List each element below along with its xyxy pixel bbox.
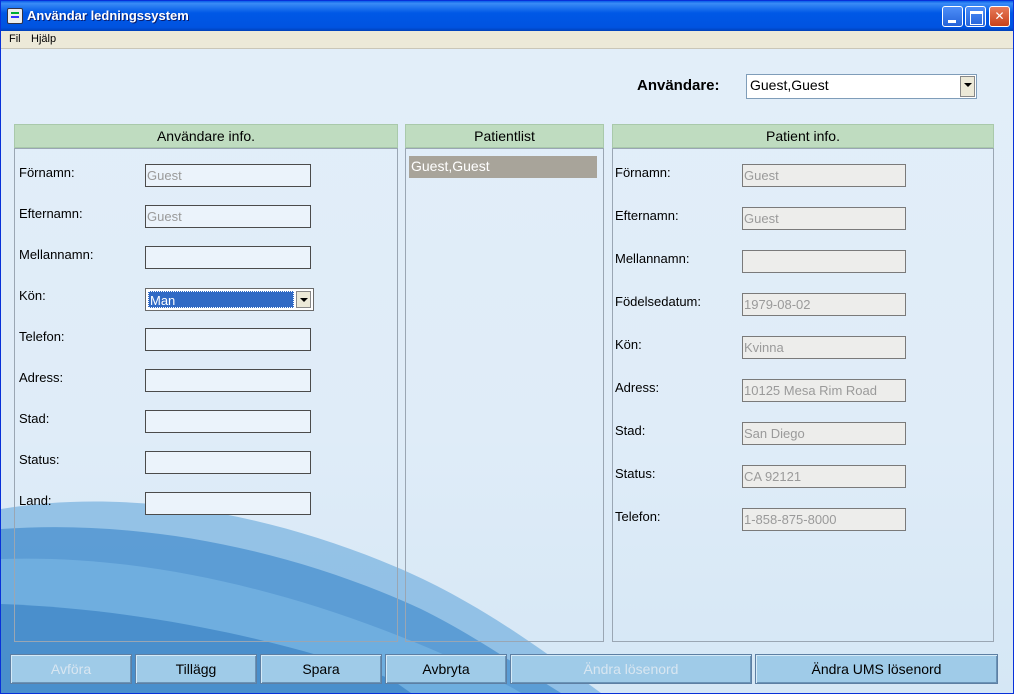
chevron-down-icon[interactable]	[960, 76, 975, 97]
app-icon	[7, 8, 23, 24]
patient-telefon-field[interactable]: 1-858-875-8000	[742, 508, 906, 531]
user-fornamn-label: Förnamn:	[19, 165, 75, 180]
patient-mellannamn-field[interactable]	[742, 250, 906, 273]
add-button[interactable]: Tillägg	[135, 654, 257, 684]
patient-list-panel[interactable]	[405, 148, 604, 642]
patient-telefon-label: Telefon:	[615, 509, 661, 524]
user-stad-label: Stad:	[19, 411, 50, 426]
user-status-field[interactable]	[145, 451, 311, 474]
user-status-label: Status:	[19, 452, 60, 467]
patient-efternamn-label: Efternamn:	[615, 208, 679, 223]
user-efternamn-label: Efternamn:	[19, 206, 83, 221]
user-land-label: Land:	[19, 493, 52, 508]
patient-fornamn-label: Förnamn:	[615, 165, 671, 180]
menu-fil[interactable]: Fil	[9, 33, 21, 45]
patient-fodelsedatum-field[interactable]: 1979-08-02	[742, 293, 906, 316]
patient-stad-field[interactable]: San Diego	[742, 422, 906, 445]
maximize-button[interactable]	[965, 6, 986, 27]
patient-mellannamn-label: Mellannamn:	[615, 251, 690, 266]
save-button[interactable]: Spara	[260, 654, 382, 684]
patient-fornamn-field[interactable]: Guest	[742, 164, 906, 187]
user-telefon-label: Telefon:	[19, 329, 65, 344]
user-select[interactable]: Guest,Guest	[746, 74, 977, 99]
app-window: Användar ledningssystem ✕ Fil Hjälp Anvä…	[0, 0, 1014, 694]
patient-stad-label: Stad:	[615, 423, 646, 438]
user-info-header: Användare info.	[14, 124, 398, 148]
patient-status-field[interactable]: CA 92121	[742, 465, 906, 488]
patient-adress-label: Adress:	[615, 380, 660, 395]
patient-kon-label: Kön:	[615, 337, 642, 352]
user-efternamn-field[interactable]: Guest	[145, 205, 311, 228]
cancel-button[interactable]: Avbryta	[385, 654, 507, 684]
chevron-down-icon[interactable]	[296, 291, 311, 308]
patient-info-header: Patient info.	[612, 124, 994, 148]
remove-button[interactable]: Avföra	[10, 654, 132, 684]
close-button[interactable]: ✕	[989, 6, 1010, 27]
patient-efternamn-field[interactable]: Guest	[742, 207, 906, 230]
user-kon-select[interactable]: Man	[145, 288, 314, 311]
patient-adress-field[interactable]: 10125 Mesa Rim Road	[742, 379, 906, 402]
user-land-field[interactable]	[145, 492, 311, 515]
user-select-value: Guest,Guest	[750, 77, 829, 93]
change-password-button[interactable]: Ändra lösenord	[510, 654, 752, 684]
user-mellannamn-label: Mellannamn:	[19, 247, 94, 262]
user-fornamn-field[interactable]: Guest	[145, 164, 311, 187]
client-area: Användare: Guest,Guest Användare info. F…	[1, 49, 1013, 693]
menu-bar: Fil Hjälp	[1, 31, 1013, 49]
patient-list-item[interactable]: Guest,Guest	[409, 156, 597, 178]
user-kon-value: Man	[148, 291, 294, 308]
user-adress-field[interactable]	[145, 369, 311, 392]
patient-kon-field[interactable]: Kvinna	[742, 336, 906, 359]
user-label: Användare:	[637, 77, 720, 94]
change-ums-password-button[interactable]: Ändra UMS lösenord	[755, 654, 998, 684]
user-mellannamn-field[interactable]	[145, 246, 311, 269]
window-title: Användar ledningssystem	[27, 8, 189, 23]
patient-status-label: Status:	[615, 466, 656, 481]
user-adress-label: Adress:	[19, 370, 64, 385]
patient-fodelsedatum-label: Födelsedatum:	[615, 294, 701, 309]
menu-hjalp[interactable]: Hjälp	[31, 33, 56, 45]
user-kon-label: Kön:	[19, 288, 46, 303]
patient-list-header: Patientlist	[405, 124, 604, 148]
user-stad-field[interactable]	[145, 410, 311, 433]
user-telefon-field[interactable]	[145, 328, 311, 351]
title-bar[interactable]: Användar ledningssystem ✕	[1, 1, 1013, 31]
minimize-button[interactable]	[942, 6, 963, 27]
